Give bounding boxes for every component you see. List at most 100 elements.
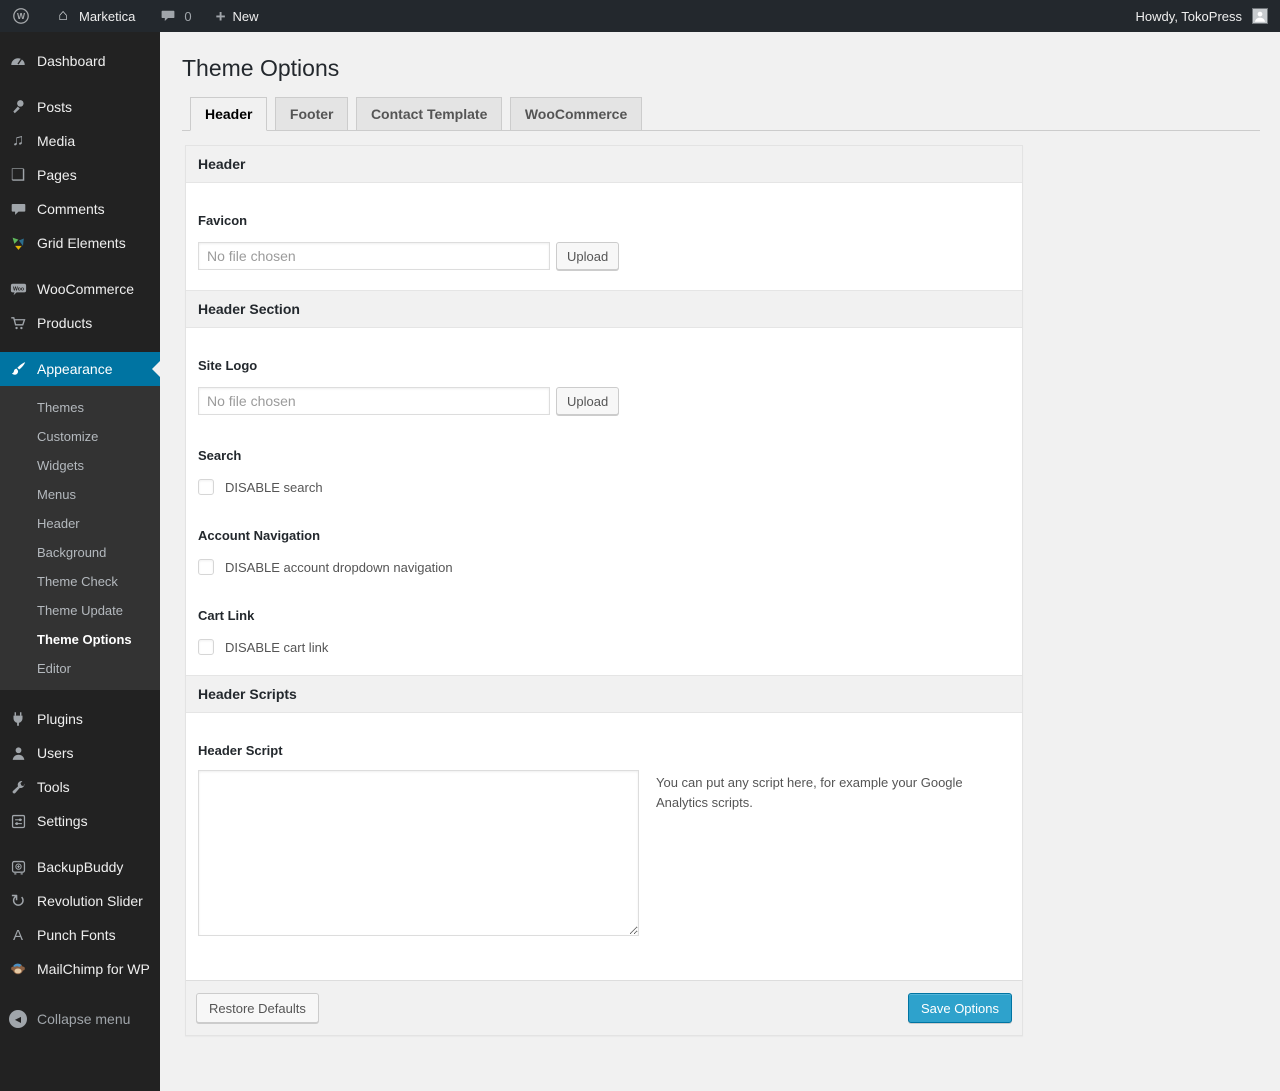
save-options-button[interactable]: Save Options	[907, 993, 1012, 1023]
sidebar-item-label: Tools	[37, 779, 70, 795]
sidebar-item-dashboard[interactable]: Dashboard	[0, 44, 160, 78]
sidebar-item-label: Pages	[37, 167, 77, 183]
sidebar-item-comments[interactable]: Comments	[0, 192, 160, 226]
sidebar-item-punch-fonts[interactable]: A Punch Fonts	[0, 918, 160, 952]
site-logo-label: Site Logo	[198, 358, 258, 373]
sidebar-item-mailchimp[interactable]: MailChimp for WP	[0, 952, 160, 986]
sidebar-item-backupbuddy[interactable]: BackupBuddy	[0, 850, 160, 884]
disable-account-nav-checkbox[interactable]	[198, 559, 214, 575]
submenu-item-widgets[interactable]: Widgets	[0, 451, 160, 480]
howdy-text: Howdy, TokoPress	[1135, 8, 1242, 24]
sidebar-item-plugins[interactable]: Plugins	[0, 702, 160, 736]
person-icon	[8, 743, 28, 763]
disable-search-checkbox[interactable]	[198, 479, 214, 495]
tab-woocommerce[interactable]: WooCommerce	[509, 97, 643, 130]
plug-icon	[8, 709, 28, 729]
submenu-item-menus[interactable]: Menus	[0, 480, 160, 509]
sidebar-item-label: Grid Elements	[37, 235, 126, 251]
sidebar-item-settings[interactable]: Settings	[0, 804, 160, 838]
sidebar-item-tools[interactable]: Tools	[0, 770, 160, 804]
sidebar-item-label: Posts	[37, 99, 73, 115]
sidebar-item-label: WooCommerce	[37, 281, 134, 297]
pushpin-icon	[8, 97, 28, 117]
sidebar-item-products[interactable]: Products	[0, 306, 160, 340]
site-name: Marketica	[79, 8, 136, 24]
backup-box-icon	[8, 857, 28, 877]
letter-a-icon: A	[12, 926, 23, 944]
submenu-item-theme-options[interactable]: Theme Options	[0, 625, 160, 654]
appearance-submenu: Themes Customize Widgets Menus Header Ba…	[0, 386, 160, 690]
sidebar-item-label: Media	[37, 133, 76, 149]
sidebar-item-label: Plugins	[37, 711, 83, 727]
svg-text:W: W	[17, 11, 26, 21]
sidebar-item-label: Comments	[37, 201, 105, 217]
comment-count: 0	[184, 8, 192, 24]
favicon-upload-button[interactable]: Upload	[556, 242, 620, 270]
submenu-item-themes[interactable]: Themes	[0, 393, 160, 422]
howdy-account-link[interactable]: Howdy, TokoPress	[1124, 0, 1244, 32]
sidebar-item-label: BackupBuddy	[37, 859, 124, 875]
collapse-arrow-icon: ◀	[8, 1009, 28, 1029]
tab-header[interactable]: Header	[190, 97, 268, 131]
sidebar-item-label: Products	[37, 315, 93, 331]
dashboard-gauge-icon	[8, 51, 28, 71]
comment-bubble-icon	[159, 7, 177, 25]
submenu-item-theme-update[interactable]: Theme Update	[0, 596, 160, 625]
woo-bubble-icon: Woo	[8, 279, 28, 299]
disable-account-nav-checkbox-label: DISABLE account dropdown navigation	[225, 559, 453, 575]
submenu-item-editor[interactable]: Editor	[0, 654, 160, 683]
account-navigation-label: Account Navigation	[198, 528, 321, 543]
section-header-scripts: Header Scripts	[186, 675, 1022, 713]
disable-cart-link-checkbox-label: DISABLE cart link	[225, 639, 329, 655]
header-script-help-text: You can put any script here, for example…	[656, 775, 963, 811]
main-content: Theme Options Header Footer Contact Temp…	[160, 32, 1280, 1091]
sidebar-item-woocommerce[interactable]: Woo WooCommerce	[0, 272, 160, 306]
collapse-menu-button[interactable]: ◀ Collapse menu	[0, 1002, 160, 1036]
sidebar-item-label: Settings	[37, 813, 88, 829]
submenu-item-customize[interactable]: Customize	[0, 422, 160, 451]
favicon-file-input[interactable]	[198, 242, 550, 270]
wordpress-logo-menu[interactable]: W	[0, 0, 42, 32]
disable-cart-link-checkbox[interactable]	[198, 639, 214, 655]
sidebar-item-posts[interactable]: Posts	[0, 90, 160, 124]
stacked-pages-icon: ❑	[10, 167, 26, 184]
admin-bar: W ⌂ Marketica 0 + New Howdy, TokoPress	[0, 0, 1280, 32]
submenu-item-theme-check[interactable]: Theme Check	[0, 567, 160, 596]
tab-footer[interactable]: Footer	[274, 97, 349, 130]
page-title: Theme Options	[182, 55, 340, 81]
submenu-item-background[interactable]: Background	[0, 538, 160, 567]
wrench-icon	[8, 777, 28, 797]
section-header: Header	[186, 146, 1022, 183]
sidebar-item-pages[interactable]: ❑ Pages	[0, 158, 160, 192]
panel-footer: Restore Defaults Save Options	[186, 980, 1022, 1035]
section-header-section: Header Section	[186, 290, 1022, 328]
user-avatar[interactable]	[1252, 8, 1268, 24]
wordpress-logo-icon: W	[12, 7, 30, 25]
sidebar-item-revolution-slider[interactable]: ↻ Revolution Slider	[0, 884, 160, 918]
header-script-textarea[interactable]	[198, 770, 639, 936]
collapse-menu-label: Collapse menu	[37, 1011, 131, 1027]
comments-admin-bar-link[interactable]: 0	[147, 0, 203, 32]
svg-text:Woo: Woo	[12, 286, 23, 292]
new-content-link[interactable]: + New	[204, 0, 271, 32]
search-label: Search	[198, 448, 242, 463]
favicon-label: Favicon	[198, 213, 248, 228]
sidebar-item-label: Dashboard	[37, 53, 106, 69]
cycle-arrows-icon: ↻	[10, 890, 26, 911]
site-name-link[interactable]: ⌂ Marketica	[42, 0, 147, 32]
shopping-cart-icon	[8, 313, 28, 333]
paintbrush-icon	[8, 359, 28, 379]
site-logo-upload-button[interactable]: Upload	[556, 387, 620, 415]
theme-options-panel: Header Favicon Upload Header Section Sit…	[185, 145, 1023, 1036]
admin-menu: Dashboard Posts ♫ Media ❑ Pages Comments…	[0, 32, 160, 1091]
submenu-item-header[interactable]: Header	[0, 509, 160, 538]
site-logo-file-input[interactable]	[198, 387, 550, 415]
sidebar-item-grid-elements[interactable]: Grid Elements	[0, 226, 160, 260]
disable-search-checkbox-label: DISABLE search	[225, 479, 323, 495]
sidebar-item-media[interactable]: ♫ Media	[0, 124, 160, 158]
restore-defaults-button[interactable]: Restore Defaults	[196, 993, 319, 1023]
tab-contact-template[interactable]: Contact Template	[355, 97, 503, 130]
sidebar-item-appearance[interactable]: Appearance	[0, 352, 160, 386]
sidebar-item-users[interactable]: Users	[0, 736, 160, 770]
sidebar-item-label: Users	[37, 745, 74, 761]
